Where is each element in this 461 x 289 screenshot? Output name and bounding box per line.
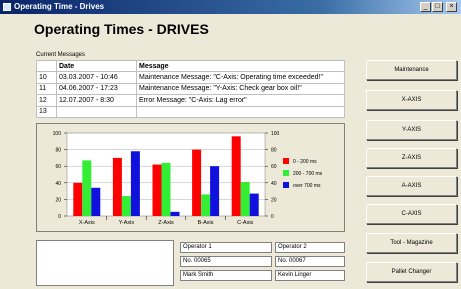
app-icon (3, 3, 11, 11)
operator2-label: Operator 2 (275, 242, 345, 253)
bar (130, 151, 140, 216)
bar (210, 166, 220, 216)
operator1-label: Operator 1 (180, 242, 272, 253)
bar (82, 160, 92, 216)
bar (91, 187, 101, 216)
table-row[interactable]: 11 04.06.2007 - 17:23 Maintenance Messag… (36, 82, 345, 96)
bar (112, 157, 122, 216)
page-title: Operating Times - DRIVES (34, 21, 209, 37)
operator1-name: Mark Smith (180, 270, 272, 281)
row-number: 12 (36, 94, 57, 107)
row-date (56, 105, 137, 119)
tool-magazine-button[interactable]: Tool - Magazine (366, 233, 457, 253)
pallet-changer-button[interactable]: Pallet Changer (366, 262, 457, 282)
row-date: 03.03.2007 - 10:46 (56, 71, 137, 84)
row-message (136, 105, 345, 119)
legend-swatch (283, 170, 289, 176)
messages-table: Date Message 10 03.03.2007 - 10:46 Maint… (36, 59, 345, 119)
title-bar: Operating Time - Drives _ □ × (0, 0, 461, 14)
row-message: Maintenance Message: "Y-Axis: Check gear… (136, 82, 345, 96)
y-tick-label: 40 (55, 181, 61, 187)
y-tick-label-right: 0 (271, 214, 274, 220)
close-button[interactable]: × (446, 2, 457, 12)
table-header-row: Date Message (36, 59, 345, 73)
table-row[interactable]: 10 03.03.2007 - 10:46 Maintenance Messag… (36, 71, 345, 84)
y-tick-label: 20 (55, 197, 61, 203)
application-window: Operating Time - Drives _ □ × Operating … (0, 0, 461, 289)
operator2-name: Kevin Linger (275, 270, 345, 281)
a-axis-button[interactable]: A-AXIS (366, 176, 457, 196)
bar (73, 182, 83, 216)
maintenance-button[interactable]: Maintenance (366, 60, 457, 80)
y-tick-label-right: 80 (271, 148, 277, 154)
y-tick-label: 60 (55, 164, 61, 170)
row-number: 13 (36, 105, 57, 119)
x-tick-label: Z-Axis (158, 220, 174, 226)
x-tick-label: X-Axis (79, 220, 95, 226)
minimize-button[interactable]: _ (420, 2, 431, 12)
bar (231, 136, 241, 216)
row-date: 12.07.2007 - 8:30 (56, 94, 137, 107)
legend-label: 0 - 200 ms (293, 159, 317, 165)
table-row[interactable]: 13 (36, 105, 345, 119)
y-tick-label-right: 20 (271, 197, 277, 203)
y-tick-label-right: 60 (271, 164, 277, 170)
operator2-number: No. 00067 (275, 256, 345, 267)
row-number: 11 (36, 82, 57, 96)
bar (121, 196, 131, 216)
y-tick-label-right: 100 (271, 131, 280, 137)
y-tick-label: 100 (53, 131, 62, 137)
legend-label: over 700 ms (293, 183, 321, 189)
bar (170, 211, 180, 216)
bar (240, 181, 250, 216)
table-row[interactable]: 12 12.07.2007 - 8:30 Error Message: "C-A… (36, 94, 345, 107)
legend-swatch (283, 158, 289, 164)
column-header: Date (56, 59, 137, 73)
legend-label: 200 - 700 ms (293, 171, 323, 177)
bar-chart: 0 0 20 20 40 40 60 60 80 80 100 100 X-Axis Y-Axis Z-Ax… (53, 131, 323, 226)
chart-panel: 0 0 20 20 40 40 60 60 80 80 100 100 X-Axis Y-Axis Z-Ax… (36, 123, 345, 232)
column-header (36, 59, 57, 73)
y-tick-label: 80 (55, 148, 61, 154)
row-date: 04.06.2007 - 17:23 (56, 82, 137, 96)
messages-section-label: Current Messages (36, 52, 86, 58)
x-tick-label: Y-Axis (119, 220, 135, 226)
y-tick-label: 0 (58, 214, 61, 220)
z-axis-button[interactable]: Z-AXIS (366, 148, 457, 168)
legend-swatch (283, 182, 289, 188)
row-number: 10 (36, 71, 57, 84)
bar (201, 194, 211, 216)
window-title: Operating Time - Drives (14, 2, 105, 11)
maximize-button[interactable]: □ (432, 2, 443, 12)
y-axis-button[interactable]: Y-AXIS (366, 120, 457, 140)
y-tick-label-right: 40 (271, 181, 277, 187)
bar (249, 193, 259, 216)
x-tick-label: C-Axis (237, 220, 253, 226)
column-header: Message (136, 59, 345, 73)
x-axis-button[interactable]: X-AXIS (366, 90, 457, 110)
operator1-number: No. 00065 (180, 256, 272, 267)
row-message: Maintenance Message: "C-Axis: Operating … (136, 71, 345, 84)
row-message: Error Message: "C-Axis: Lag error" (136, 94, 345, 107)
bar (192, 149, 202, 216)
bar (152, 164, 162, 216)
c-axis-button[interactable]: C-AXIS (366, 204, 457, 224)
info-panel (36, 240, 174, 286)
bar (161, 162, 171, 216)
x-tick-label: B-Axis (198, 220, 214, 226)
